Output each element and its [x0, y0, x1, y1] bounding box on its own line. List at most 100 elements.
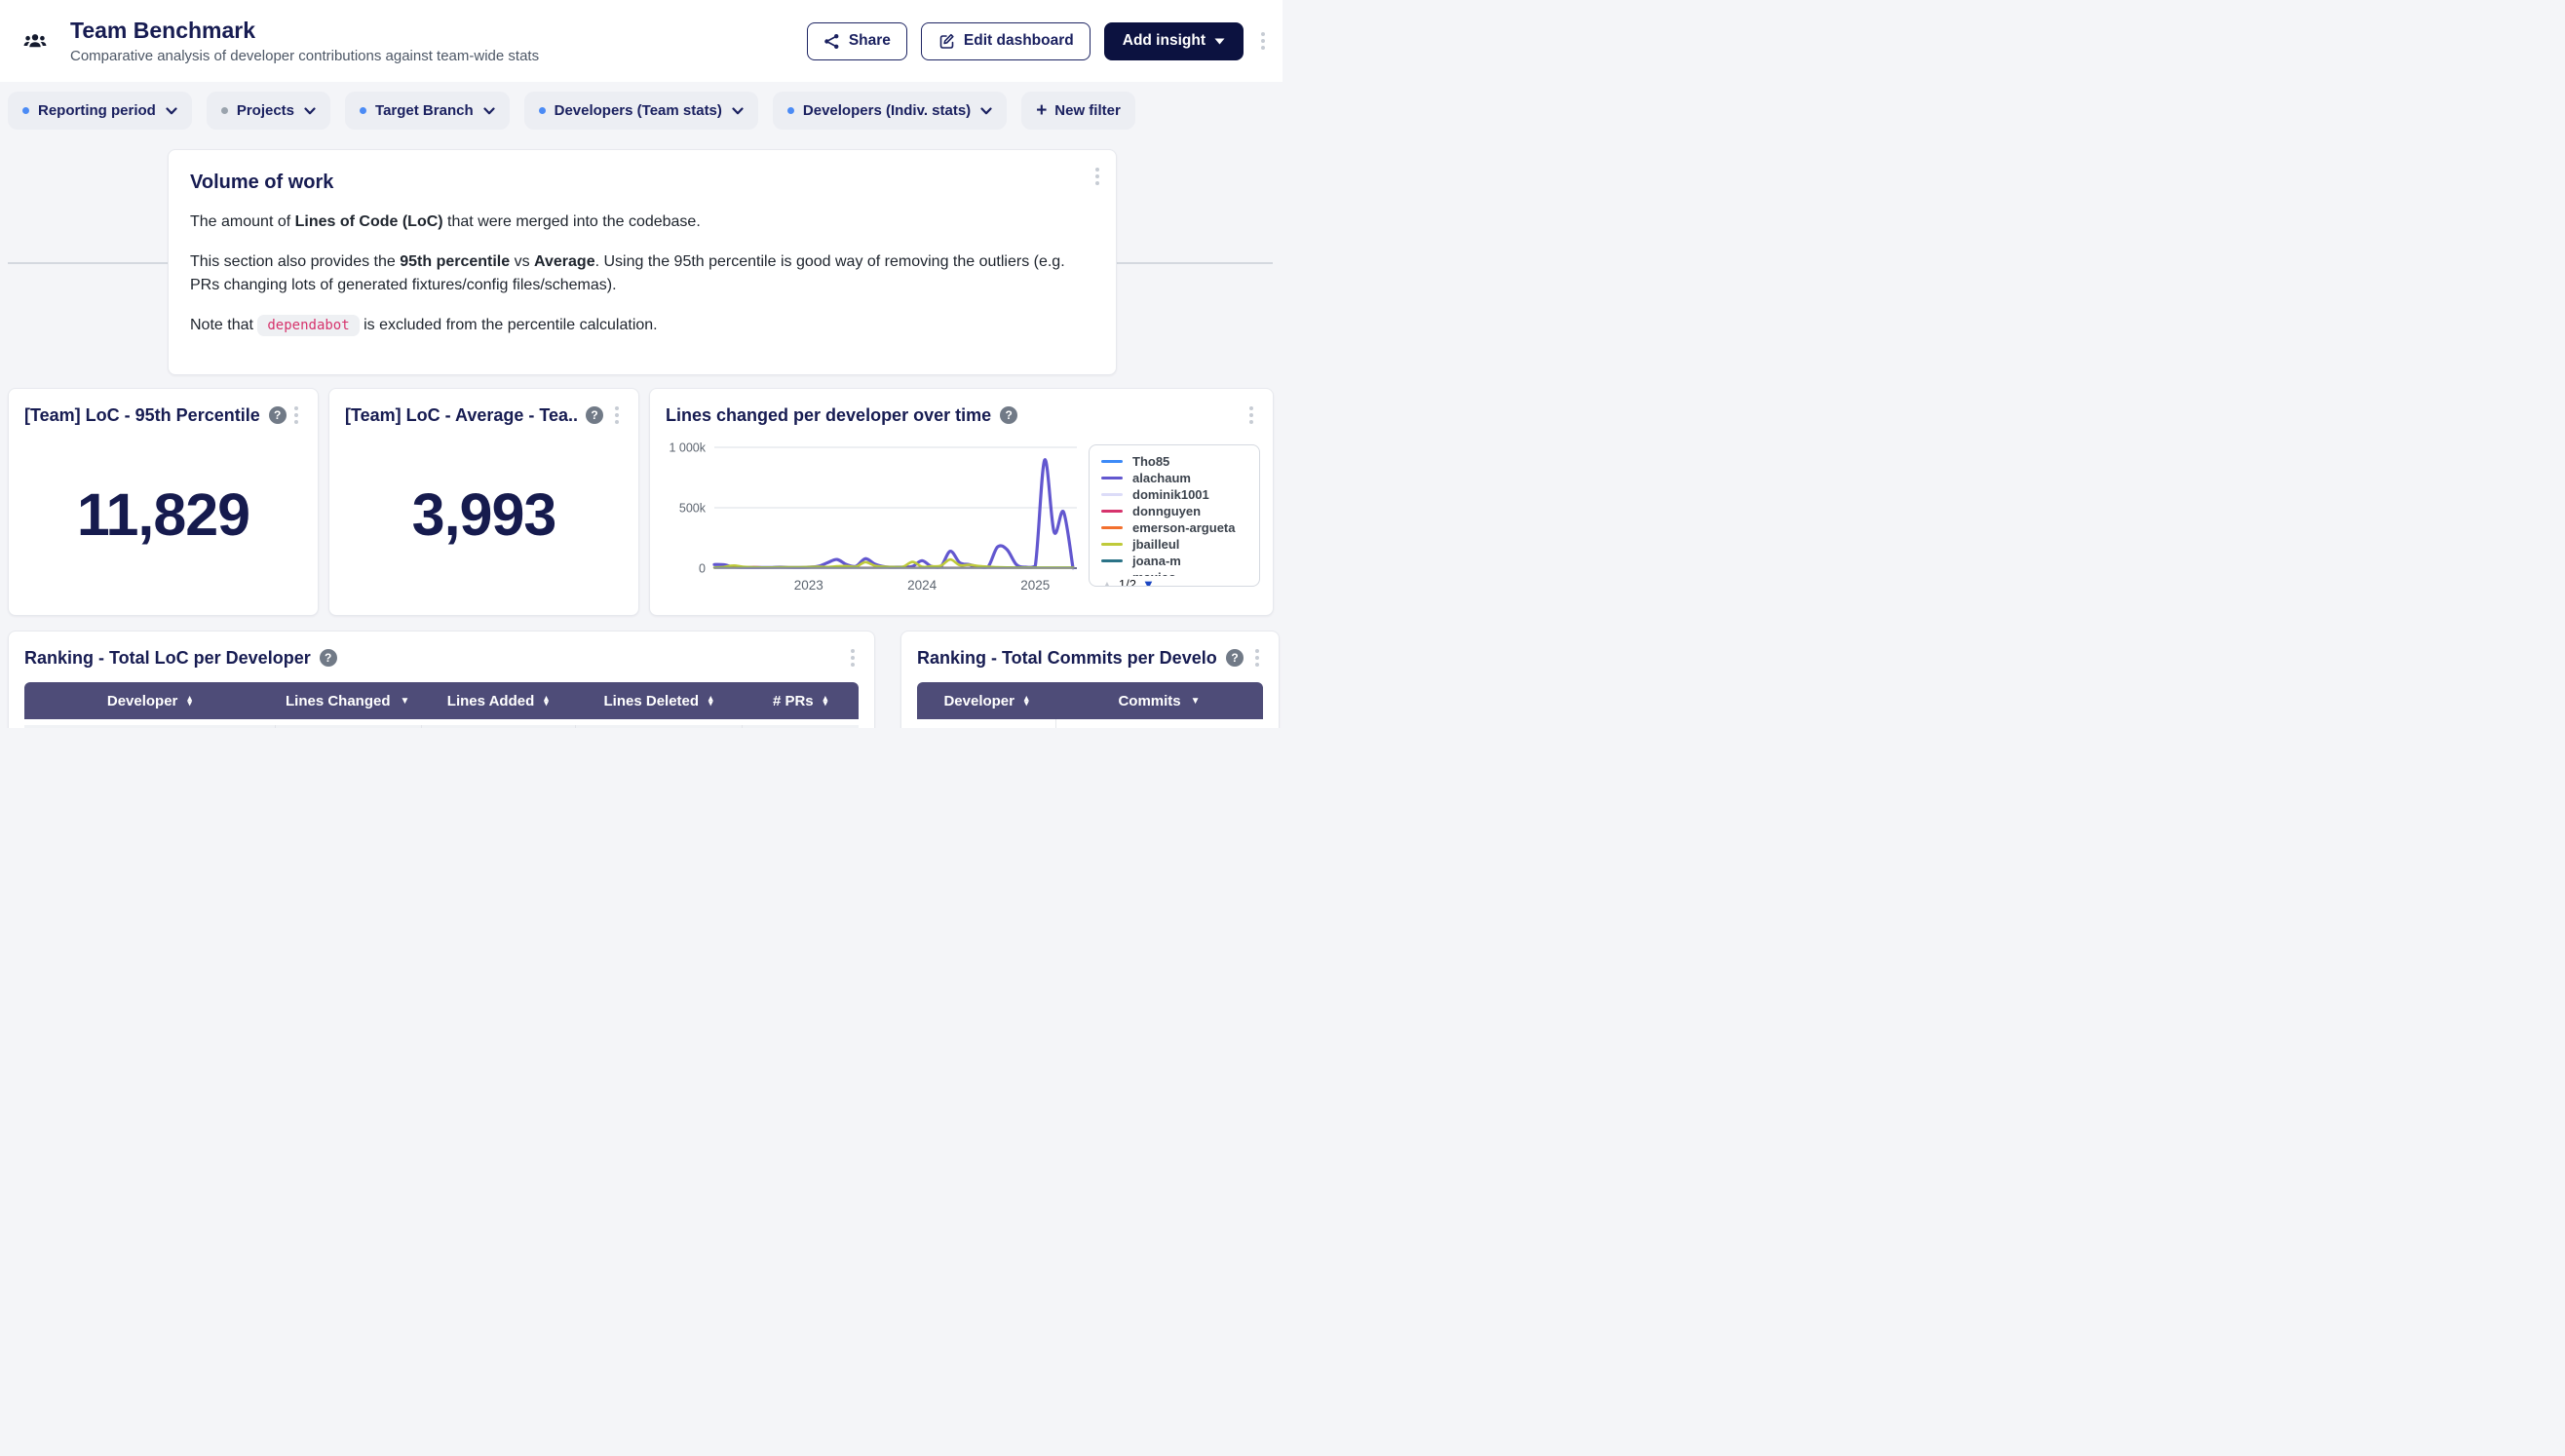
loc-table-row[interactable]: [24, 725, 859, 728]
legend-item-donnguyen[interactable]: donnguyen: [1101, 503, 1255, 519]
svg-text:2023: 2023: [794, 578, 823, 593]
filter-bar: Reporting period Projects Target Branch Dev…: [8, 92, 1135, 130]
legend-label: maxico: [1132, 570, 1176, 576]
legend-page-down-icon[interactable]: ▼: [1142, 577, 1155, 587]
text-run: vs: [510, 253, 534, 270]
caret-down-icon: [1214, 38, 1225, 45]
filter-chip-developers-team-stats[interactable]: Developers (Team stats): [524, 92, 758, 130]
legend-label: emerson-argueta: [1132, 520, 1235, 535]
legend-label: alachaum: [1132, 471, 1191, 485]
column-label: # PRs: [773, 693, 814, 709]
legend-page-up-icon[interactable]: ▲: [1101, 578, 1113, 588]
svg-text:2024: 2024: [907, 578, 938, 593]
column-header-lines-deleted[interactable]: Lines Deleted▴▾: [575, 682, 742, 719]
chart-legend: Tho85 alachaumdominik1001donnguyenemerson…: [1089, 444, 1260, 587]
legend-item-alachaum[interactable]: alachaum: [1101, 470, 1255, 486]
volume-paragraph-2: This section also provides the 95th perc…: [190, 250, 1094, 297]
stat-card-kebab-icon[interactable]: [290, 402, 302, 428]
help-icon[interactable]: ?: [586, 406, 603, 424]
column-label: Developer: [943, 693, 1015, 709]
filter-chip-target-branch[interactable]: Target Branch: [345, 92, 510, 130]
chevron-down-icon: [980, 107, 992, 115]
header-actions: Share Edit dashboard Add insight: [807, 22, 1269, 60]
volume-card-title: Volume of work: [190, 172, 1094, 194]
legend-item-tho85[interactable]: Tho85: [1101, 453, 1255, 470]
loc-95th-percentile-value: 11,829: [77, 480, 249, 549]
column-label: Developer: [107, 693, 178, 709]
column-label: Lines Changed: [286, 693, 391, 709]
legend-label: Tho85: [1132, 454, 1169, 469]
loc-average-value: 3,993: [412, 480, 556, 549]
filter-chip-label: Target Branch: [375, 102, 474, 119]
filter-chip-reporting-period[interactable]: Reporting period: [8, 92, 192, 130]
filter-chip-label: Developers (Indiv. stats): [803, 102, 971, 119]
help-icon[interactable]: ?: [1226, 649, 1244, 667]
help-icon[interactable]: ?: [320, 649, 337, 667]
legend-swatch: [1101, 477, 1123, 479]
legend-item-dominik1001[interactable]: dominik1001: [1101, 486, 1255, 503]
legend-item-maxico[interactable]: maxico: [1101, 569, 1255, 576]
ranking-loc-card: Ranking - Total LoC per Developer ? Deve…: [8, 631, 875, 728]
table-cell: [421, 725, 575, 728]
edit-dashboard-button[interactable]: Edit dashboard: [921, 22, 1091, 60]
commits-table-row[interactable]: tomazerpour260: [917, 719, 1263, 728]
text-run: Lines of Code (LoC): [295, 213, 443, 230]
chart-legend-list: Tho85 alachaumdominik1001donnguyenemerson…: [1101, 453, 1255, 576]
svg-text:1 000k: 1 000k: [669, 441, 706, 455]
new-filter-button[interactable]: + New filter: [1021, 92, 1135, 130]
filter-chip-label: Developers (Team stats): [555, 102, 722, 119]
table-cell: [575, 725, 742, 728]
chart-card-title: Lines changed per developer over time: [666, 405, 991, 426]
help-icon[interactable]: ?: [1000, 406, 1017, 424]
column-header-commits[interactable]: Commits▼: [1055, 682, 1263, 719]
chart-card-kebab-icon[interactable]: [1245, 402, 1257, 428]
volume-card-kebab-icon[interactable]: [1091, 164, 1103, 189]
column-header-developer[interactable]: Developer▴▾: [24, 682, 275, 719]
text-run: Average: [534, 253, 595, 270]
header-kebab-menu-icon[interactable]: [1257, 28, 1269, 54]
lines-over-time-chart[interactable]: 1 000k500k0202320242025: [660, 434, 1081, 601]
filter-status-dot: [22, 107, 29, 114]
ranking-commits-kebab-icon[interactable]: [1251, 645, 1263, 671]
column-header-lines-changed[interactable]: Lines Changed ▼: [275, 682, 421, 719]
legend-pager: ▲ 1/2 ▼: [1101, 577, 1255, 587]
legend-item-joana-m[interactable]: joana-m: [1101, 553, 1255, 569]
share-icon: [823, 33, 840, 50]
filter-chip-label: Projects: [237, 102, 294, 119]
chevron-down-icon: [166, 107, 177, 115]
dependabot-code-chip: dependabot: [257, 315, 359, 336]
chevron-down-icon: [304, 107, 316, 115]
legend-item-jbailleul[interactable]: jbailleul: [1101, 536, 1255, 553]
ranking-loc-kebab-icon[interactable]: [847, 645, 859, 671]
legend-page-label: 1/2: [1119, 577, 1136, 587]
top-header: Team Benchmark Comparative analysis of d…: [0, 0, 1282, 82]
text-run: that were merged into the codebase.: [443, 213, 701, 230]
filter-chip-developers-indiv-stats[interactable]: Developers (Indiv. stats): [773, 92, 1007, 130]
column-label: Lines Added: [447, 693, 534, 709]
legend-swatch: [1101, 526, 1123, 529]
stat-card-kebab-icon[interactable]: [611, 402, 623, 428]
filter-chip-projects[interactable]: Projects: [207, 92, 330, 130]
ranking-commits-title: Ranking - Total Commits per Developer: [917, 648, 1217, 669]
legend-swatch: [1101, 510, 1123, 513]
text-run: is excluded from the percentile calculat…: [360, 317, 658, 333]
sort-desc-icon: ▼: [401, 696, 410, 707]
help-icon[interactable]: ?: [269, 406, 287, 424]
plus-icon: +: [1036, 101, 1047, 120]
column-header-prs[interactable]: # PRs▴▾: [742, 682, 859, 719]
volume-of-work-card: Volume of work The amount of Lines of Co…: [168, 149, 1117, 375]
edit-icon: [938, 32, 955, 50]
dashboard-logo: [14, 19, 57, 62]
edit-dashboard-label: Edit dashboard: [964, 32, 1074, 50]
legend-item-emerson-argueta[interactable]: emerson-argueta: [1101, 519, 1255, 536]
commits-cell: 260: [1055, 719, 1263, 728]
dashboard-page: Team Benchmark Comparative analysis of d…: [0, 0, 1282, 728]
sort-icon: ▴▾: [1024, 696, 1029, 707]
column-header-lines-added[interactable]: Lines Added▴▾: [421, 682, 575, 719]
add-insight-button[interactable]: Add insight: [1104, 22, 1244, 60]
chevron-down-icon: [483, 107, 495, 115]
legend-label: joana-m: [1132, 554, 1181, 568]
share-button[interactable]: Share: [807, 22, 907, 60]
stat-card-title: [Team] LoC - 95th Percentile: [24, 405, 260, 426]
column-header-developer[interactable]: Developer ▴▾: [917, 682, 1055, 719]
